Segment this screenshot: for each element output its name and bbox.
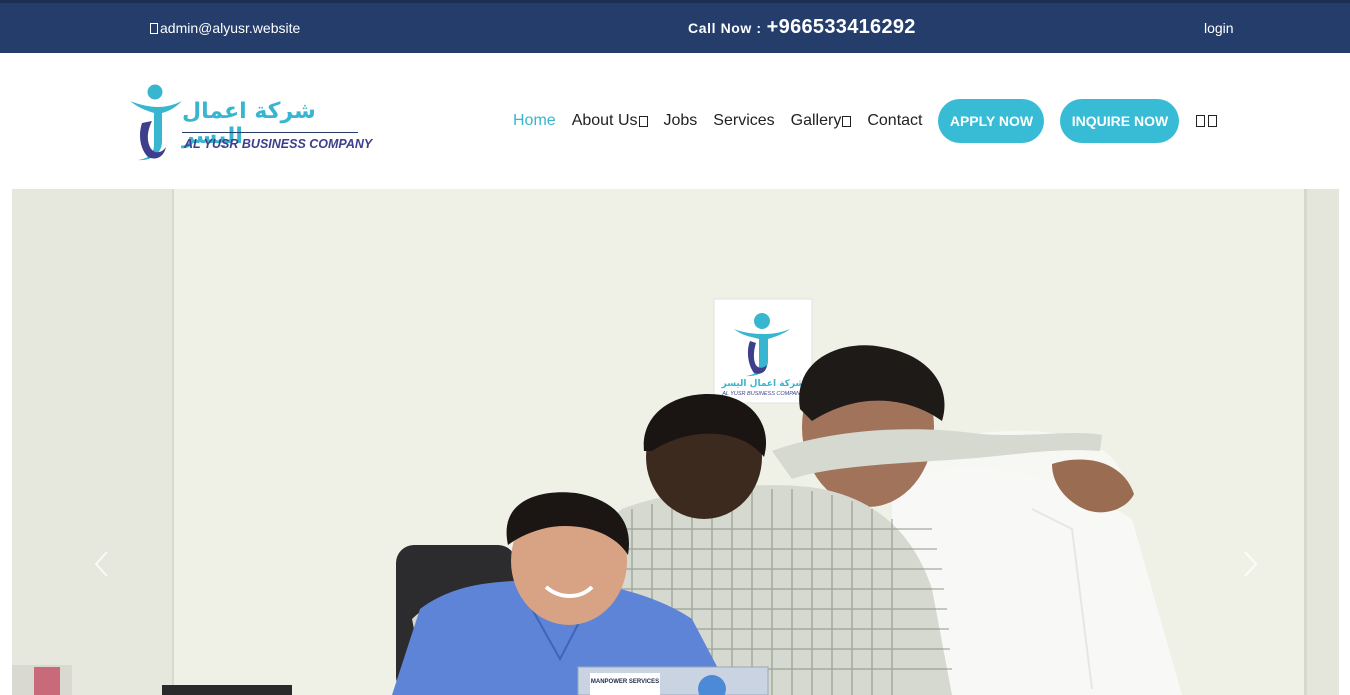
logo-english-text: AL YUSR BUSINESS COMPANY [184,137,373,151]
nav-about-us[interactable]: About Us [572,112,648,130]
header-icons [1196,115,1218,127]
nav-contact[interactable]: Contact [867,112,922,130]
email-contact[interactable]: admin@alyusr.website [150,20,300,36]
call-now: Call Now : +966533416292 [688,16,916,39]
nav-services-label[interactable]: Services [713,112,774,130]
apply-now-button[interactable]: APPLY NOW [938,99,1045,143]
nav-jobs-label[interactable]: Jobs [664,112,698,130]
phone-number[interactable]: +966533416292 [767,16,916,39]
top-bar: admin@alyusr.website Call Now : +9665334… [0,0,1350,53]
main-nav: Home About Us Jobs Services Gallery Cont… [513,99,1218,143]
call-label: Call Now : [688,20,762,36]
email-text[interactable]: admin@alyusr.website [160,20,300,36]
nav-gallery[interactable]: Gallery [791,112,852,130]
site-header: شركة اعمال اليسر AL YUSR BUSINESS COMPAN… [0,53,1350,189]
nav-home-label[interactable]: Home [513,112,556,130]
nav-services[interactable]: Services [713,112,774,130]
dropdown-caret-icon [638,115,648,127]
hero-slider: شركة اعمال اليسر AL YUSR BUSINESS COMPAN… [12,189,1339,695]
envelope-icon [150,22,158,34]
logo-figure-icon [130,84,182,161]
menu-icon[interactable] [1208,115,1218,127]
poster-arabic-text: شركة اعمال اليسر [721,379,805,389]
inquire-now-button[interactable]: INQUIRE NOW [1060,99,1180,143]
nav-gallery-label[interactable]: Gallery [791,112,842,130]
desk-sign-text: MANPOWER SERVICES [591,679,659,685]
dropdown-caret-icon [842,115,852,127]
nav-contact-label[interactable]: Contact [867,112,922,130]
company-logo[interactable]: شركة اعمال اليسر AL YUSR BUSINESS COMPAN… [128,83,372,163]
nav-home[interactable]: Home [513,112,556,130]
search-icon[interactable] [1196,115,1206,127]
nav-jobs[interactable]: Jobs [664,112,698,130]
nav-about-label[interactable]: About Us [572,112,638,130]
chevron-left-icon[interactable] [92,549,112,579]
hero-photo: شركة اعمال اليسر AL YUSR BUSINESS COMPAN… [12,189,1339,695]
chevron-right-icon[interactable] [1240,549,1260,579]
login-link[interactable]: login [1204,20,1234,36]
logo-divider [182,132,358,133]
poster-english-text: AL YUSR BUSINESS COMPANY [721,391,804,397]
